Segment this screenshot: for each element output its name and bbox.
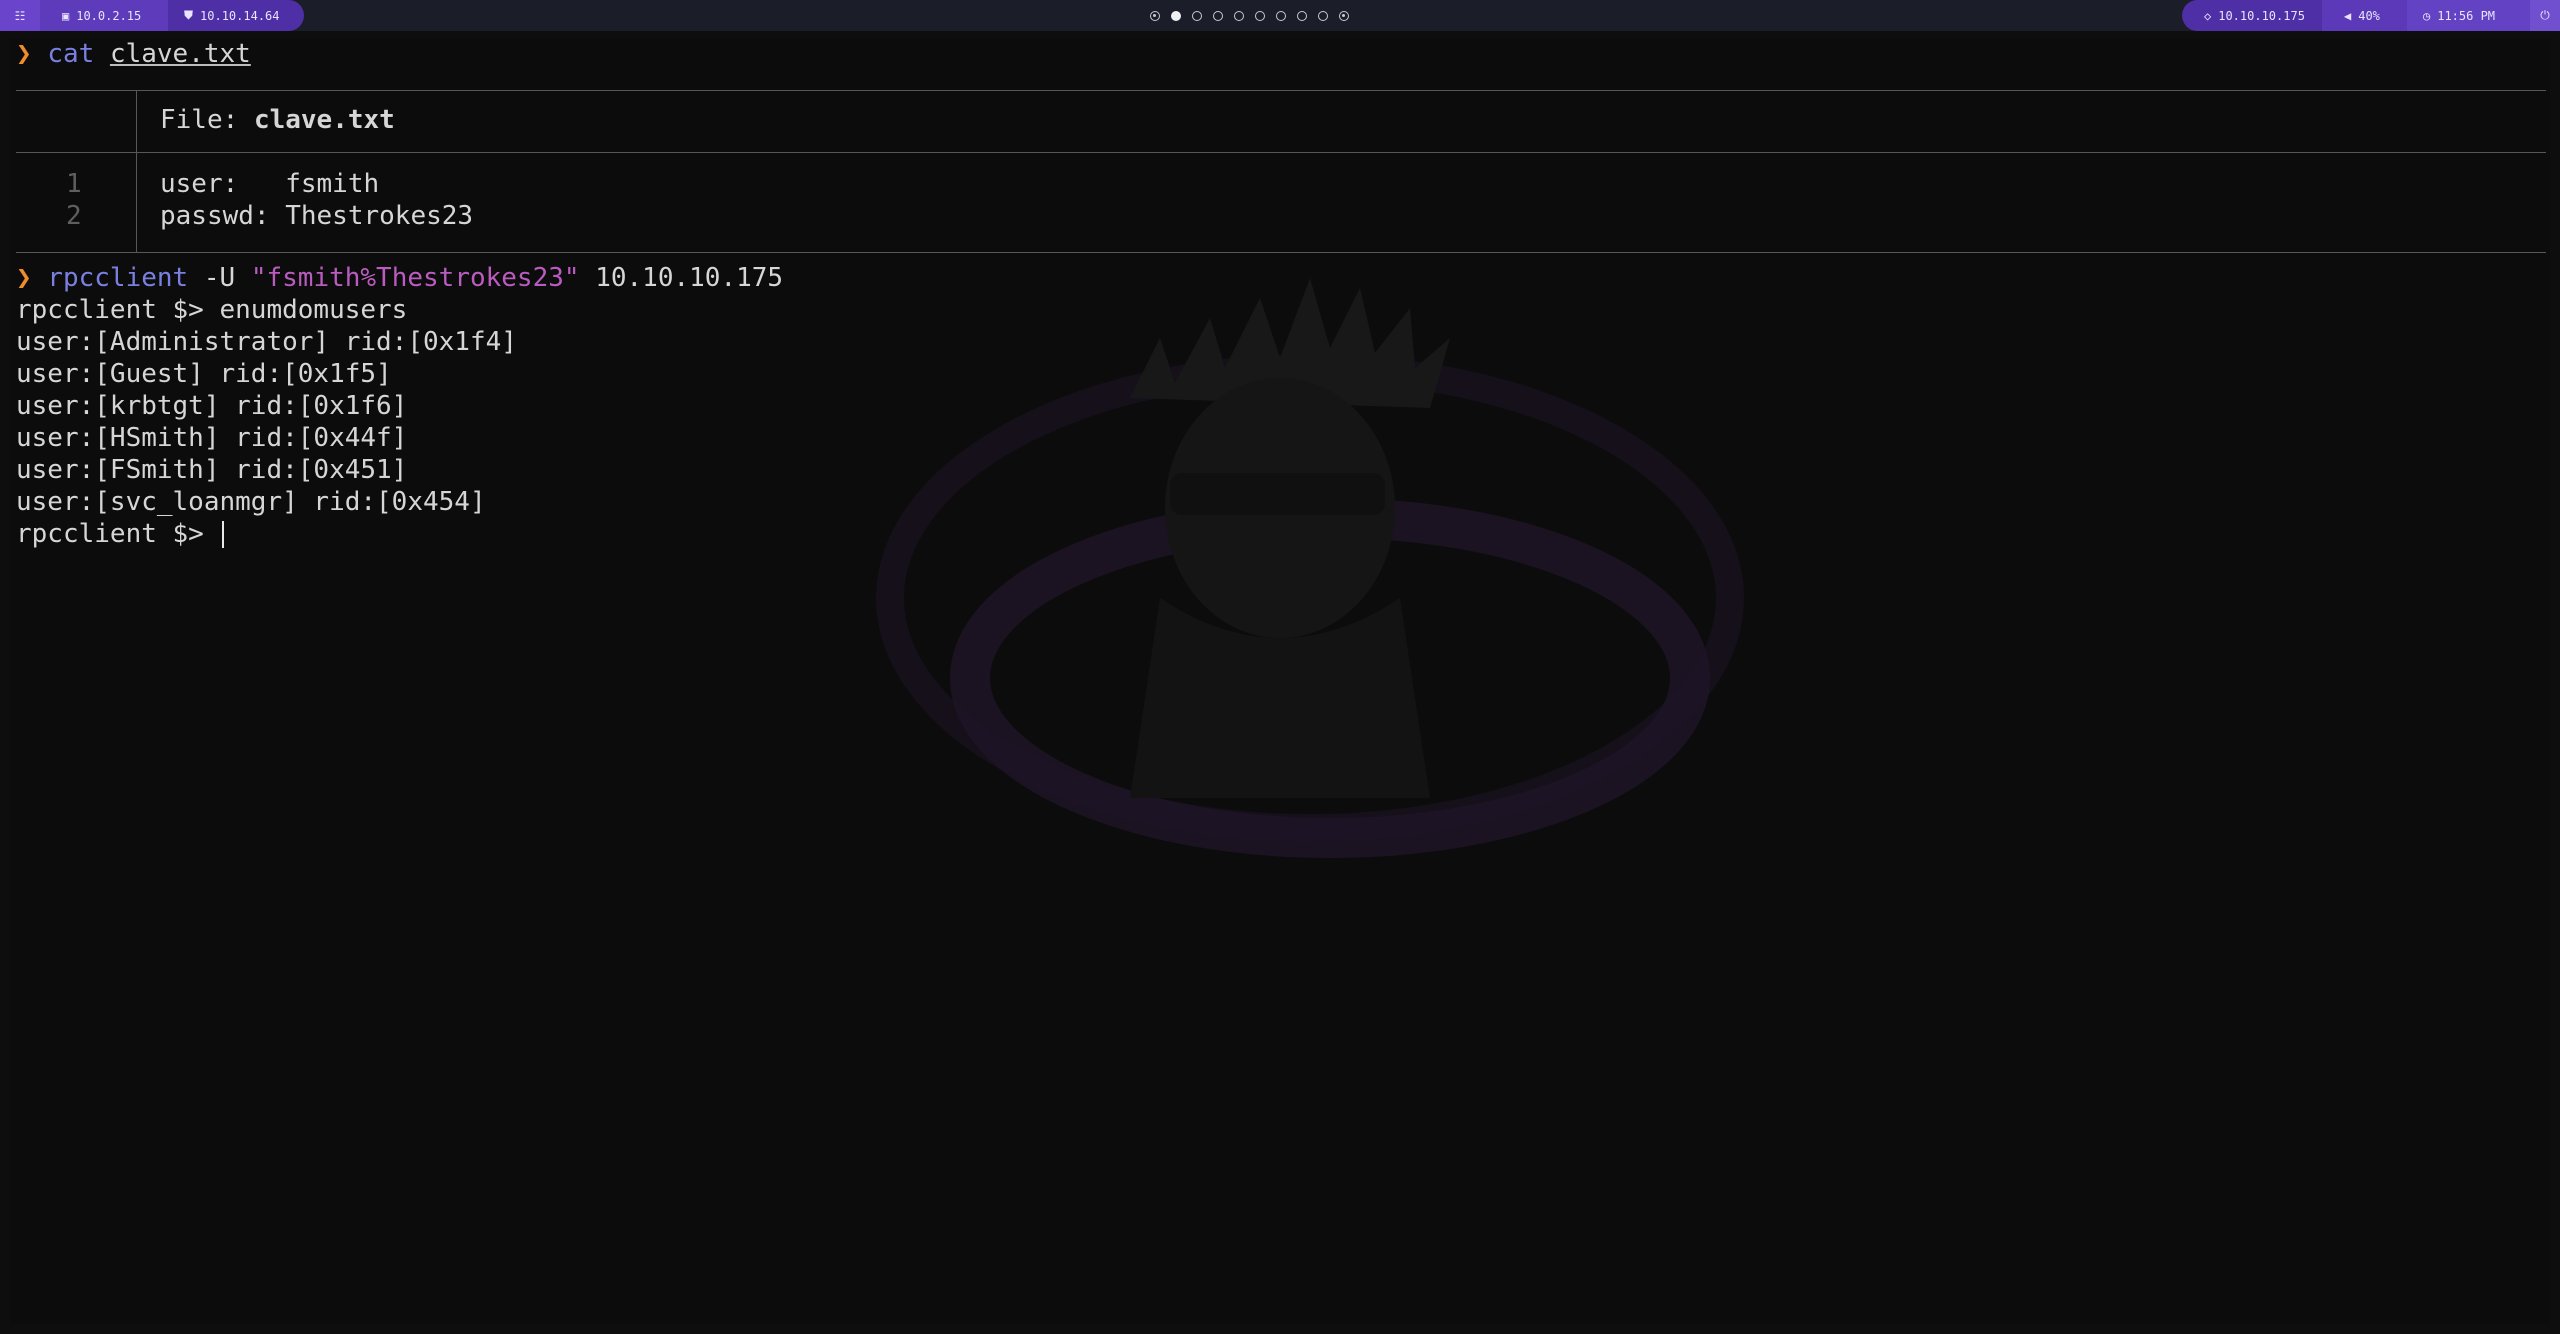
vpn-ip-label: 10.10.14.64 bbox=[200, 8, 280, 23]
command-line-rpcclient: ❯ rpcclient -U "fsmith%Thestrokes23" 10.… bbox=[16, 262, 783, 294]
terminal-window[interactable]: ❯ cat clave.txt File: clave.txt 1 2 user… bbox=[10, 38, 2550, 1324]
command-credentials: "fsmith%Thestrokes23" bbox=[250, 263, 580, 293]
output-line: user:[FSmith] rid:[0x451] bbox=[16, 455, 408, 485]
command-line-cat: ❯ cat clave.txt bbox=[16, 38, 251, 70]
command-file-argument: clave.txt bbox=[109, 39, 251, 69]
rpc-prompt: rpcclient $> bbox=[16, 519, 204, 549]
host-ip-label: 10.0.2.15 bbox=[76, 8, 142, 23]
vpn-ip-indicator: ⛊ 10.10.14.64 bbox=[168, 0, 304, 31]
workspace-switcher bbox=[1150, 0, 1349, 31]
monitor-icon: ▣ bbox=[62, 8, 70, 23]
bat-file-header: File: clave.txt bbox=[160, 104, 395, 136]
power-button[interactable]: ⏻ bbox=[2530, 0, 2560, 31]
bat-file-view: File: clave.txt 1 2 user: fsmith passwd:… bbox=[16, 90, 2546, 253]
bat-gutter-divider bbox=[136, 90, 137, 253]
file-content-line: passwd: Thestrokes23 bbox=[160, 201, 474, 231]
output-line: user:[Administrator] rid:[0x1f4] bbox=[16, 327, 517, 357]
menu-button[interactable]: ☷ bbox=[0, 0, 40, 31]
file-content-line: user: fsmith bbox=[160, 169, 380, 199]
host-ip-indicator: ▣ 10.0.2.15 bbox=[40, 0, 168, 31]
line-number: 2 bbox=[66, 201, 82, 231]
workspace-5[interactable] bbox=[1234, 10, 1244, 21]
output-line: user:[svc_loanmgr] rid:[0x454] bbox=[16, 487, 486, 517]
workspace-4[interactable] bbox=[1213, 10, 1223, 21]
bat-header-rule bbox=[16, 152, 2546, 153]
rpc-prompt: rpcclient $> bbox=[16, 295, 204, 325]
crosshair-icon: ◇ bbox=[2204, 8, 2212, 23]
clock-icon: ◷ bbox=[2423, 8, 2431, 23]
text-cursor bbox=[221, 521, 224, 548]
speaker-icon: ◀ bbox=[2344, 8, 2352, 23]
output-line: user:[HSmith] rid:[0x44f] bbox=[16, 423, 408, 453]
command-target: 10.10.10.175 bbox=[595, 263, 784, 293]
time-label: 11:56 PM bbox=[2437, 8, 2496, 23]
workspace-7[interactable] bbox=[1276, 10, 1286, 21]
prompt-symbol: ❯ bbox=[16, 39, 32, 69]
rpc-input-line[interactable]: rpcclient $> bbox=[16, 518, 224, 550]
target-ip-indicator: ◇ 10.10.10.175 bbox=[2182, 0, 2322, 31]
command-program: rpcclient bbox=[47, 263, 189, 293]
workspace-8[interactable] bbox=[1297, 10, 1307, 21]
prompt-symbol: ❯ bbox=[16, 263, 32, 293]
workspace-9[interactable] bbox=[1318, 10, 1328, 21]
command-flag: -U bbox=[203, 263, 236, 293]
workspace-10[interactable] bbox=[1339, 10, 1349, 21]
bat-top-rule bbox=[16, 90, 2546, 91]
output-line: user:[krbtgt] rid:[0x1f6] bbox=[16, 391, 408, 421]
grid-menu-icon: ☷ bbox=[14, 8, 26, 23]
file-name: clave.txt bbox=[253, 105, 395, 135]
rpc-command-line: rpcclient $> enumdomusers bbox=[16, 294, 407, 326]
file-label: File: bbox=[160, 105, 239, 135]
shield-icon: ⛊ bbox=[184, 8, 194, 22]
workspace-1[interactable] bbox=[1150, 10, 1160, 21]
target-ip-label: 10.10.10.175 bbox=[2218, 8, 2305, 23]
volume-label: 40% bbox=[2358, 8, 2380, 23]
workspace-2-active[interactable] bbox=[1171, 10, 1181, 21]
bat-bottom-rule bbox=[16, 252, 2546, 253]
line-number: 1 bbox=[66, 169, 82, 199]
rpc-command: enumdomusers bbox=[219, 295, 408, 325]
clock-indicator: ◷ 11:56 PM bbox=[2407, 0, 2530, 31]
command-program: cat bbox=[47, 39, 95, 69]
top-status-bar: ☷ ▣ 10.0.2.15 ⛊ 10.10.14.64 ◇ 10.10.10.1… bbox=[0, 0, 2560, 31]
output-line: user:[Guest] rid:[0x1f5] bbox=[16, 359, 392, 389]
volume-indicator[interactable]: ◀ 40% bbox=[2322, 0, 2407, 31]
workspace-6[interactable] bbox=[1255, 10, 1265, 21]
workspace-3[interactable] bbox=[1192, 10, 1202, 21]
power-icon: ⏻ bbox=[2540, 8, 2550, 22]
